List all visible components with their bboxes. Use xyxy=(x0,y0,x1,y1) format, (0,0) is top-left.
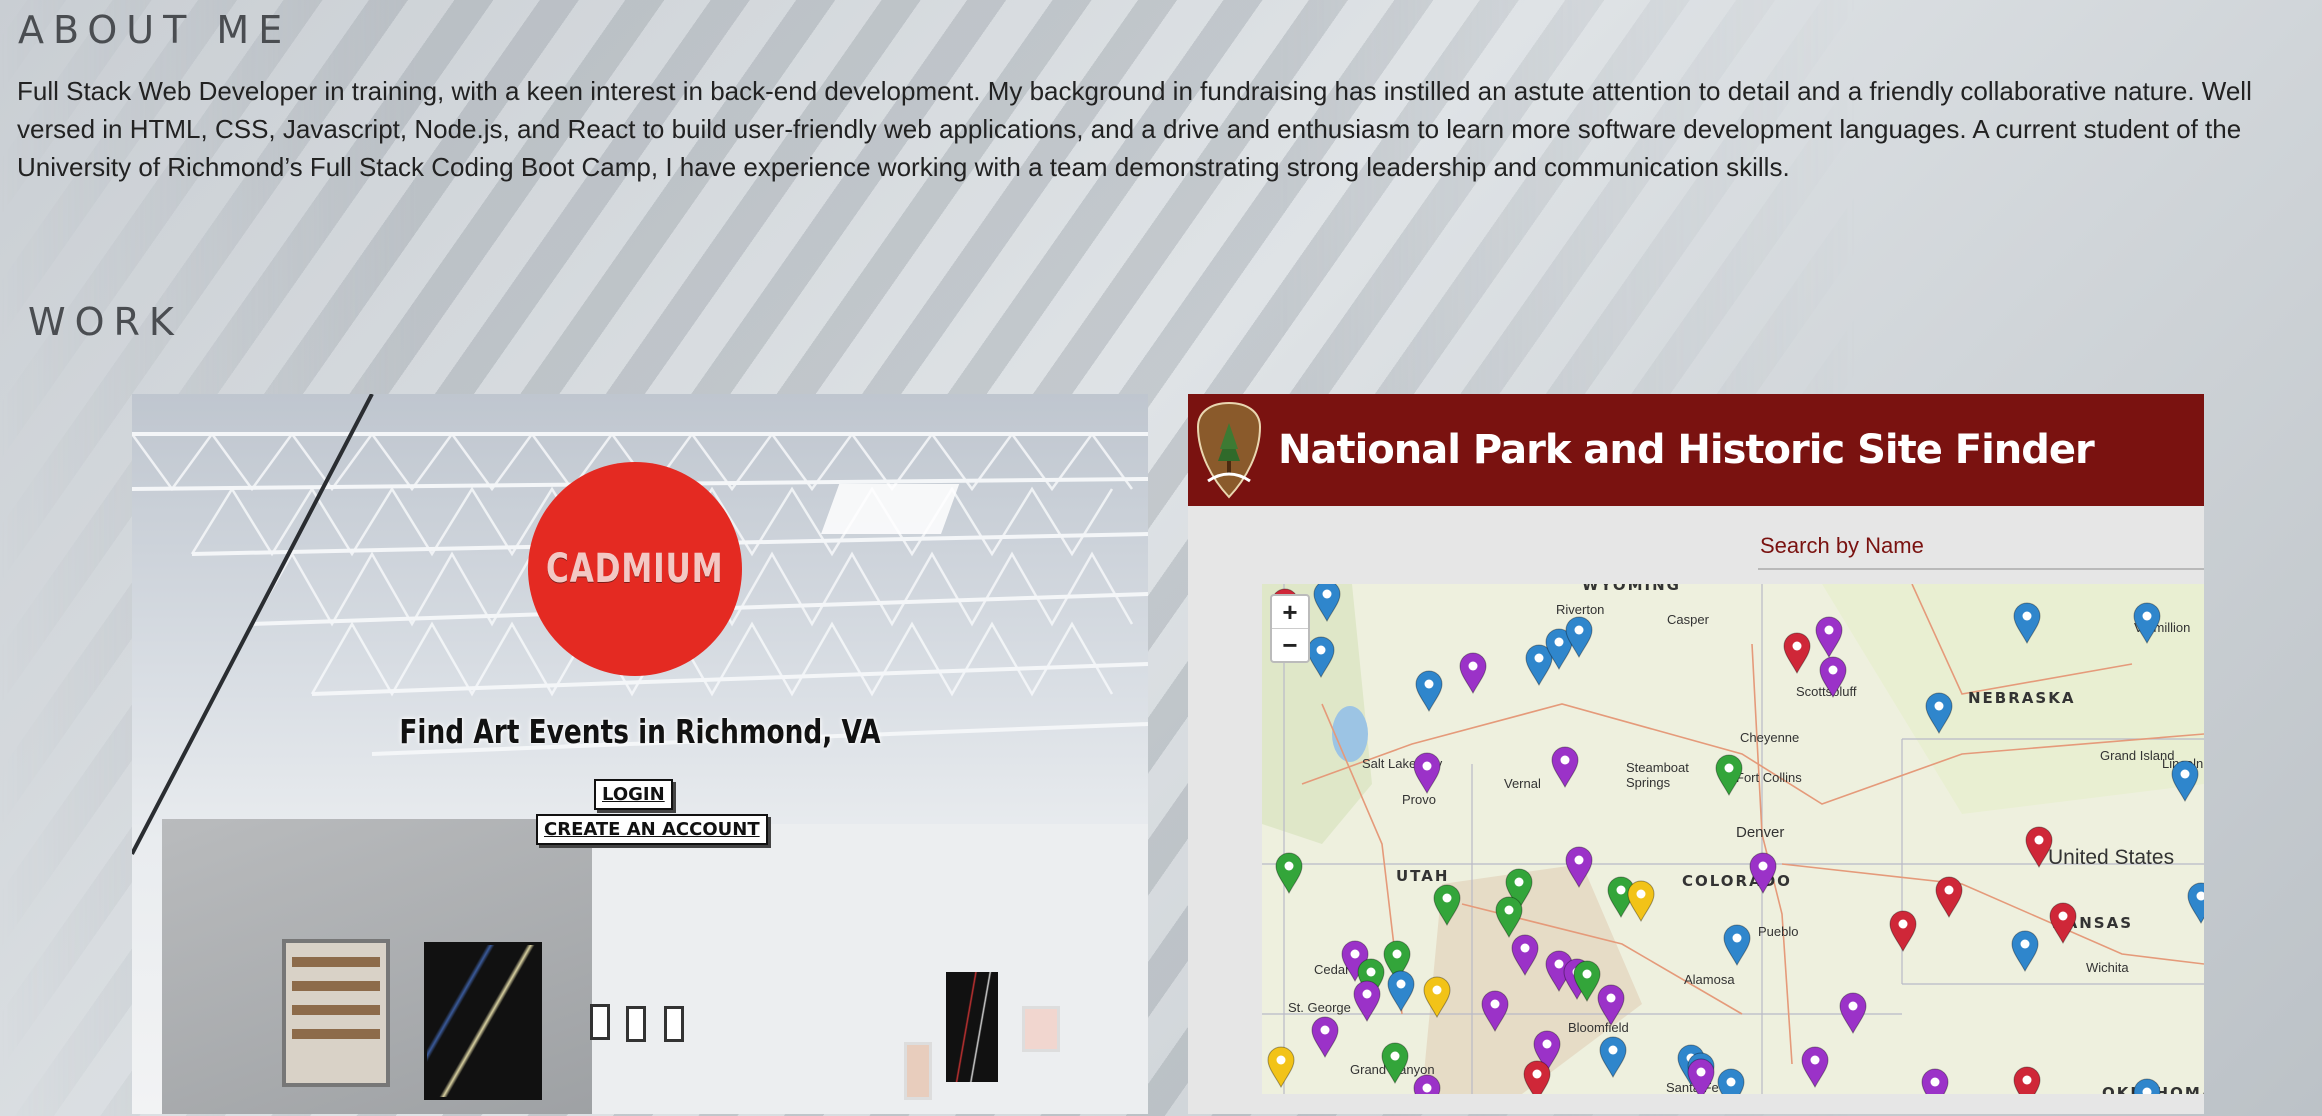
map-pin-icon[interactable] xyxy=(1458,652,1488,694)
cadmium-logo-text: CADMIUM xyxy=(546,546,724,592)
about-heading: ABOUT ME xyxy=(18,8,292,52)
map-pin-icon[interactable] xyxy=(1522,1060,1552,1094)
map-pin-icon[interactable] xyxy=(1414,670,1444,712)
city-casper: Casper xyxy=(1667,612,1709,627)
map-pin-icon[interactable] xyxy=(1352,980,1382,1022)
state-label-nebraska: NEBRASKA xyxy=(1968,689,2076,707)
cadmium-tagline: Find Art Events in Richmond, VA xyxy=(399,712,881,751)
city-riverton: Riverton xyxy=(1556,602,1605,617)
map-pin-icon[interactable] xyxy=(1494,896,1524,938)
small-frame-2 xyxy=(626,1006,646,1042)
map-pin-icon[interactable] xyxy=(2048,902,2078,944)
city-alamosa: Alamosa xyxy=(1684,972,1735,987)
small-frame-1 xyxy=(590,1004,610,1040)
country-label: United States xyxy=(2048,846,2175,869)
map-pin-icon[interactable] xyxy=(2012,602,2042,644)
city-provo: Provo xyxy=(1402,792,1436,807)
cadmium-project-card[interactable]: CADMIUM Find Art Events in Richmond, VA … xyxy=(132,394,1148,1114)
city-wichita: Wichita xyxy=(2086,960,2129,975)
map-pin-icon[interactable] xyxy=(1274,852,1304,894)
map-pin-icon[interactable] xyxy=(1800,1046,1830,1088)
map-zoom-control: + − xyxy=(1270,594,1310,663)
map-pin-icon[interactable] xyxy=(2024,826,2054,868)
map-pin-icon[interactable] xyxy=(1714,754,1744,796)
map-pin-icon[interactable] xyxy=(1838,992,1868,1034)
zoom-in-button[interactable]: + xyxy=(1272,596,1308,628)
map-pin-icon[interactable] xyxy=(1722,924,1752,966)
map-pin-icon[interactable] xyxy=(1686,1058,1716,1094)
park-finder-project-card[interactable]: National Park and Historic Site Finder S… xyxy=(1188,394,2204,1114)
city-fort-collins: Fort Collins xyxy=(1736,770,1802,785)
small-frame-3 xyxy=(664,1006,684,1042)
map-pin-icon[interactable] xyxy=(1782,632,1812,674)
map-pin-icon[interactable] xyxy=(1920,1068,1950,1094)
artwork-large-black xyxy=(424,942,542,1100)
bookshelf-window xyxy=(282,939,390,1087)
park-map[interactable]: WYOMING NEBRASKA UTAH COLORADO KANSAS OK… xyxy=(1262,584,2204,1094)
city-cheyenne: Cheyenne xyxy=(1740,730,1800,745)
map-pin-icon[interactable] xyxy=(1432,884,1462,926)
map-pin-icon[interactable] xyxy=(1596,984,1626,1026)
city-st-george: St. George xyxy=(1288,1000,1351,1015)
city-vernal: Vernal xyxy=(1504,776,1541,791)
map-pin-icon[interactable] xyxy=(1626,880,1656,922)
artwork-right-black xyxy=(946,972,998,1082)
map-pin-icon[interactable] xyxy=(2170,760,2200,802)
login-button[interactable]: LOGIN xyxy=(594,779,673,810)
state-label-wyoming: WYOMING xyxy=(1582,584,1681,594)
park-finder-title: National Park and Historic Site Finder xyxy=(1278,427,2095,473)
map-pin-icon[interactable] xyxy=(1888,910,1918,952)
map-pin-icon[interactable] xyxy=(1564,846,1594,888)
city-denver: Denver xyxy=(1736,824,1785,841)
map-pin-icon[interactable] xyxy=(1266,1046,1296,1088)
map-pin-icon[interactable] xyxy=(2012,1066,2042,1094)
map-pin-icon[interactable] xyxy=(1814,616,1844,658)
nps-arrowhead-icon xyxy=(1196,401,1262,499)
map-pin-icon[interactable] xyxy=(1386,970,1416,1012)
cadmium-logo: CADMIUM xyxy=(528,462,742,676)
map-pin-icon[interactable] xyxy=(1550,746,1580,788)
map-pin-icon[interactable] xyxy=(1412,752,1442,794)
map-pin-icon[interactable] xyxy=(1310,1016,1340,1058)
map-pin-icon[interactable] xyxy=(1598,1036,1628,1078)
create-account-button[interactable]: CREATE AN ACCOUNT xyxy=(536,814,768,845)
work-heading: WORK xyxy=(28,300,183,344)
map-pin-icon[interactable] xyxy=(1934,876,1964,918)
pink-print xyxy=(1022,1006,1060,1052)
map-pin-icon[interactable] xyxy=(1716,1068,1746,1094)
map-pin-icon[interactable] xyxy=(1748,852,1778,894)
park-finder-header: National Park and Historic Site Finder xyxy=(1188,394,2204,506)
state-label-utah: UTAH xyxy=(1396,867,1450,885)
map-pin-icon[interactable] xyxy=(2186,882,2204,924)
map-pin-icon[interactable] xyxy=(1564,616,1594,658)
gallery-back-wall xyxy=(592,824,1148,1114)
about-text: Full Stack Web Developer in training, wi… xyxy=(17,76,2252,182)
zoom-out-button[interactable]: − xyxy=(1272,628,1308,661)
city-pueblo: Pueblo xyxy=(1758,924,1799,939)
map-pin-icon[interactable] xyxy=(1380,1042,1410,1084)
map-pin-icon[interactable] xyxy=(1924,692,1954,734)
map-pin-icon[interactable] xyxy=(2132,602,2162,644)
map-pin-icon[interactable] xyxy=(1422,976,1452,1018)
map-pin-icon[interactable] xyxy=(1818,656,1848,698)
search-by-name-input[interactable] xyxy=(1758,524,2204,570)
small-print xyxy=(904,1042,932,1100)
map-base xyxy=(1262,584,2204,1094)
map-pin-icon[interactable] xyxy=(1480,990,1510,1032)
map-pin-icon[interactable] xyxy=(2132,1078,2162,1094)
map-pin-icon[interactable] xyxy=(1306,636,1336,678)
map-pin-icon[interactable] xyxy=(1412,1074,1442,1094)
map-pin-icon[interactable] xyxy=(2010,930,2040,972)
map-pin-icon[interactable] xyxy=(1312,584,1342,622)
map-pin-icon[interactable] xyxy=(1510,934,1540,976)
city-steamboat-springs: Steamboat Springs xyxy=(1626,760,1689,790)
